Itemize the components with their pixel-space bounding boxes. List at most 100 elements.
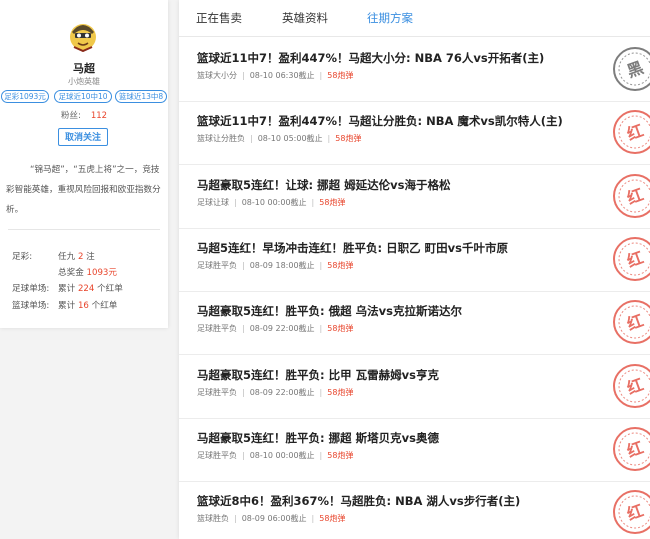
plan-title[interactable]: 篮球近8中6！盈利367%！马超胜负: NBA 湖人vs步行者(主) (197, 493, 520, 509)
plan-meta: 足球胜平负 | 08-10 00:00截止 | 58炮弹 (197, 450, 353, 461)
plan-title[interactable]: 马超豪取5连红！胜平负: 俄超 乌法vs克拉斯诺达尔 (197, 303, 462, 319)
plan-price: 58炮弹 (319, 197, 346, 207)
hero-badges: 足彩1093元 足球近10中10 篮球近13中8 (0, 90, 168, 103)
badge-basketball-record: 篮球近13中8 (115, 90, 167, 103)
stamp-text: 红 (624, 501, 646, 524)
stamp-text: 红 (624, 311, 646, 334)
plan-deadline: 08-09 18:00截止 (249, 260, 315, 270)
plan-list-item[interactable]: 篮球近8中6！盈利367%！马超胜负: NBA 湖人vs步行者(主) 篮球胜负 | 0… (179, 480, 650, 539)
plan-list-item[interactable]: 马超豪取5连红！胜平负: 比甲 瓦雷赫姆vs亨克足球胜平负 | 08-09 22:0… (179, 354, 650, 419)
plan-deadline: 08-10 06:30截止 (249, 71, 315, 80)
meta-separator: | (242, 387, 245, 397)
plan-title[interactable]: 马超5连红！早场冲击连红！胜平负: 日职乙 町田vs千叶市原 (197, 240, 508, 256)
stamp-text: 红 (624, 184, 646, 207)
plan-title[interactable]: 篮球近11中7！盈利447%！马超让分胜负: NBA 魔术vs凯尔特人(主) (197, 113, 563, 129)
meta-separator: | (311, 197, 315, 207)
plan-deadline: 08-10 00:00截止 (249, 450, 315, 460)
plan-price: 58炮弹 (327, 260, 354, 270)
plan-price: 58炮弹 (335, 134, 362, 144)
plan-category: 篮球胜负 (197, 514, 229, 524)
plan-title[interactable]: 篮球近11中7！盈利447%！马超大小分: NBA 76人vs开拓者(主) (197, 50, 544, 66)
badge-soccer-lottery: 足彩1093元 (1, 90, 49, 103)
plan-meta: 足球让球 | 08-10 00:00截止 | 58炮弹 (197, 197, 345, 208)
meta-separator: | (234, 197, 237, 207)
meta-separator: | (250, 134, 253, 144)
plan-list-item[interactable]: 马超豪取5连红！胜平负: 挪超 斯塔贝克vs奥德足球胜平负 | 08-10 00:0… (179, 417, 650, 482)
meta-separator: | (311, 514, 315, 524)
plan-price: 58炮弹 (327, 324, 354, 334)
hero-subtitle: 小炮英雄 (68, 77, 100, 86)
plan-category: 篮球大小分 (197, 71, 237, 80)
plan-title[interactable]: 马超豪取5连红！胜平负: 挪超 斯塔贝克vs奥德 (197, 430, 439, 446)
hero-avatar (68, 20, 98, 53)
red-result-stamp-icon: 红 (612, 173, 650, 219)
stat-basketball-value: 累计 16 个红单 (58, 301, 118, 311)
stat-basketball-label: 篮球单场: (12, 301, 50, 311)
plan-meta: 篮球让分胜负 | 08-10 05:00截止 | 58炮弹 (197, 133, 361, 144)
badge-football-record: 足球近10中10 (54, 90, 112, 103)
meta-separator: | (234, 514, 237, 524)
plan-deadline: 08-09 22:00截止 (249, 324, 315, 334)
stamp-text: 红 (624, 438, 646, 461)
stamp-text: 黑 (624, 58, 646, 81)
plan-category: 足球胜平负 (197, 387, 237, 397)
plan-deadline: 08-09 06:00截止 (241, 514, 307, 524)
black-result-stamp-icon: 黑 (612, 46, 650, 92)
plan-category: 篮球让分胜负 (197, 134, 245, 144)
plan-meta: 篮球胜负 | 08-09 06:00截止 | 58炮弹 (197, 513, 345, 524)
hero-profile-card: 马超 小炮英雄 足彩1093元 足球近10中10 篮球近13中8 粉丝: 112 … (0, 0, 168, 328)
fans-number: 112 (90, 111, 108, 121)
red-result-stamp-icon: 红 (612, 236, 650, 282)
stat-football-label: 足球单场: (12, 284, 50, 294)
plan-category: 足球胜平负 (197, 450, 237, 460)
plan-list-item[interactable]: 马超豪取5连红！胜平负: 俄超 乌法vs克拉斯诺达尔足球胜平负 | 08-09 22… (179, 290, 650, 356)
meta-separator: | (242, 71, 245, 80)
plan-deadline: 08-10 05:00截止 (257, 134, 323, 144)
plan-list-item[interactable]: 马超5连红！早场冲击连红！胜平负: 日职乙 町田vs千叶市原足球胜平负 | 08-0… (179, 227, 650, 292)
stamp-text: 红 (624, 374, 646, 397)
plan-meta: 篮球大小分 | 08-10 06:30截止 | 58炮弹 (197, 70, 353, 81)
plan-list-item[interactable]: 篮球近11中7！盈利447%！马超大小分: NBA 76人vs开拓者(主) 篮球大… (179, 37, 650, 102)
fans-count: 粉丝: 112 (0, 109, 168, 121)
plan-list-item[interactable]: 篮球近11中7！盈利447%！马超让分胜负: NBA 魔术vs凯尔特人(主) 篮球… (179, 100, 650, 166)
tab-bar: 正在售卖 英雄资料 往期方案 (179, 0, 650, 37)
tab-on-sale[interactable]: 正在售卖 (196, 10, 242, 26)
stamp-text: 红 (624, 248, 646, 271)
plan-meta: 足球胜平负 | 08-09 22:00截止 | 58炮弹 (197, 387, 353, 398)
hero-name: 马超 (73, 62, 95, 75)
stat-football-value: 累计 224 个红单 (58, 284, 123, 294)
red-result-stamp-icon: 红 (612, 299, 650, 345)
plan-title[interactable]: 马超豪取5连红！胜平负: 比甲 瓦雷赫姆vs亨克 (197, 367, 439, 383)
plan-list-item[interactable]: 马超豪取5连红！让球: 挪超 姆延达伦vs海于格松足球让球 | 08-10 00:0… (179, 164, 650, 229)
meta-separator: | (242, 450, 245, 460)
unfollow-button[interactable]: 取消关注 (58, 128, 108, 146)
stat-soccer-label: 足彩: (12, 252, 33, 262)
tab-hero-info[interactable]: 英雄资料 (282, 10, 328, 26)
plan-title[interactable]: 马超豪取5连红！让球: 挪超 姆延达伦vs海于格松 (197, 177, 450, 193)
meta-separator: | (242, 324, 245, 334)
plan-price: 58炮弹 (327, 450, 354, 460)
red-result-stamp-icon: 红 (612, 109, 650, 155)
plan-deadline: 08-09 22:00截止 (249, 387, 315, 397)
plan-price: 58炮弹 (319, 514, 346, 524)
meta-separator: | (327, 134, 331, 144)
plan-category: 足球让球 (197, 197, 229, 207)
plan-price: 58炮弹 (327, 71, 354, 80)
meta-separator: | (319, 71, 323, 80)
red-result-stamp-icon: 红 (612, 489, 650, 535)
meta-separator: | (319, 387, 323, 397)
stat-soccer-line2: 总奖金 1093元 (58, 268, 117, 278)
red-result-stamp-icon: 红 (612, 426, 650, 472)
plan-category: 足球胜平负 (197, 260, 237, 270)
fans-label: 粉丝: (60, 111, 81, 121)
meta-separator: | (319, 260, 323, 270)
red-result-stamp-icon: 红 (612, 363, 650, 409)
plan-meta: 足球胜平负 | 08-09 22:00截止 | 58炮弹 (197, 323, 353, 334)
plan-category: 足球胜平负 (197, 324, 237, 334)
plan-price: 58炮弹 (327, 387, 354, 397)
plan-deadline: 08-10 00:00截止 (241, 197, 307, 207)
plans-panel: 正在售卖 英雄资料 往期方案 篮球近11中7！盈利447%！马超大小分: NBA… (179, 0, 650, 539)
plan-meta: 足球胜平负 | 08-09 18:00截止 | 58炮弹 (197, 260, 353, 271)
tab-past-plans[interactable]: 往期方案 (367, 10, 413, 26)
hero-bio: “锦马超”，“五虎上将”之一，竞技彩智能英雄，重视风险回报和欧亚指数分析。 (6, 165, 161, 215)
